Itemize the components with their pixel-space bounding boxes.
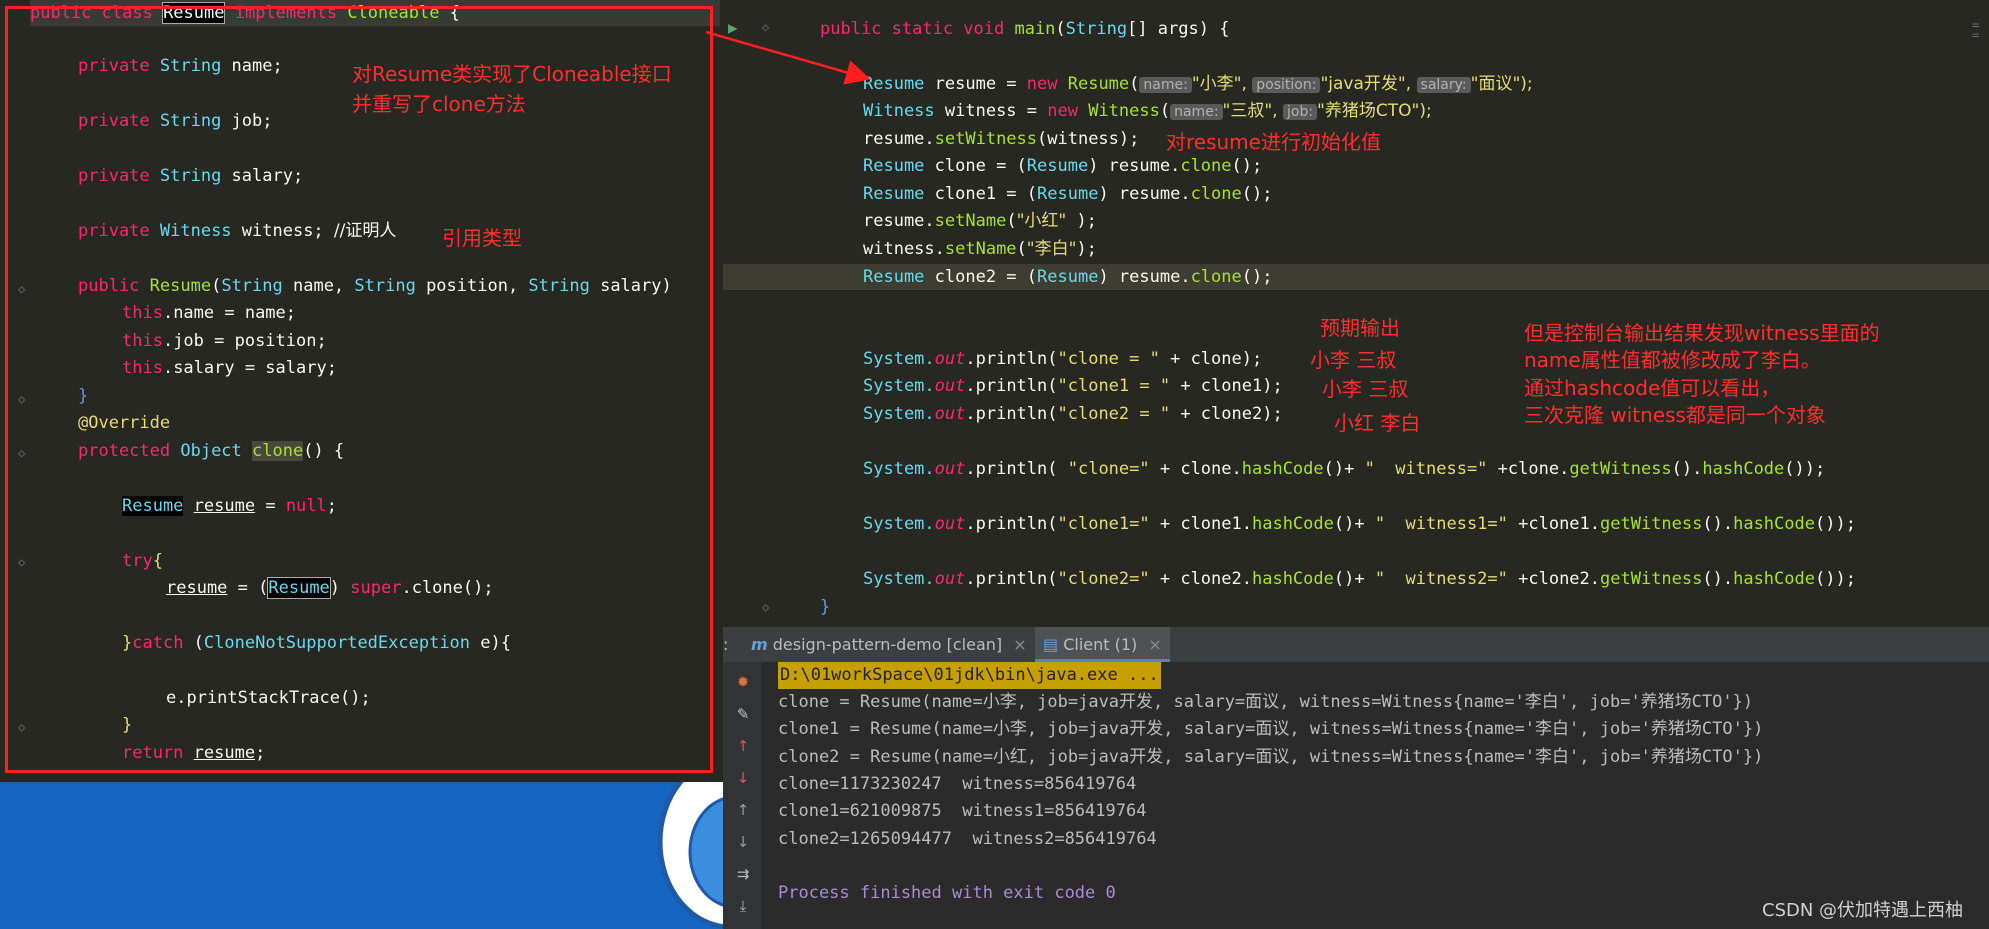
annotation-expected-1: 小李 三叔 [1310,348,1397,372]
code-line-new-witness: Witness witness = new Witness(name: "三叔",… [863,101,1432,121]
code-line-main: public static void main(String[] args) { [820,19,1230,39]
console-icon: ▤ [1043,635,1059,654]
scroll-down-icon[interactable]: ↓ [733,832,753,852]
desktop-background [0,782,723,929]
console-exit-line: Process finished with exit code 0 [778,883,1116,903]
annotation-init: 对resume进行初始化值 [1166,130,1381,154]
wrench-icon[interactable]: ✎ [733,704,753,724]
code-line-println-clone1: System.out.println("clone1 = " + clone1)… [863,376,1283,396]
annotation-expected-2: 小李 三叔 [1322,377,1409,401]
soft-wrap-icon[interactable]: ⇉ [733,864,753,884]
code-line-close-main: } [820,597,831,617]
mascot-graphic [657,782,723,929]
scroll-to-end-icon[interactable]: ⤓ [733,896,753,916]
console-line: clone = Resume(name=小李, job=java开发, sala… [778,692,1754,712]
code-line-clone2: Resume clone2 = (Resume) resume.clone(); [863,267,1273,287]
annotation-actual-4: 三次克隆 witness都是同一个对象 [1524,403,1826,427]
scroll-up-icon[interactable]: ↑ [733,800,753,820]
console-toolbar: ✹ ✎ ↑ ↓ ↑ ↓ ⇉ ⤓ [723,662,761,929]
tab-client[interactable]: ▤ Client (1) × [1035,627,1170,662]
code-line-println-hash2: System.out.println("clone2=" + clone2.ha… [863,569,1856,589]
annotation-reference-type: 引用类型 [442,226,522,250]
console-line: clone=1173230247 witness=856419764 [778,774,1137,794]
code-line-println-hash: System.out.println( "clone=" + clone.has… [863,459,1826,479]
code-line-set-name-witness: witness.setName("李白"); [863,239,1097,259]
close-icon[interactable]: × [1013,635,1026,654]
down-arrow-icon[interactable]: ↓ [733,768,753,788]
console-line: clone2 = Resume(name=小红, job=java开发, sal… [778,747,1764,767]
annotation-expected-output: 预期输出 [1320,316,1400,340]
annotation-actual-2: name属性值都被修改成了李白。 [1524,348,1821,372]
annotation-expected-3: 小红 李白 [1334,411,1421,435]
code-line-clone: Resume clone = (Resume) resume.clone(); [863,156,1263,176]
run-tab-bar: : m design-pattern-demo [clean] × ▤ Clie… [723,627,1989,663]
code-line-clone1: Resume clone1 = (Resume) resume.clone(); [863,184,1273,204]
code-line-new-resume: Resume resume = new Resume(name: "小李", po… [863,74,1533,94]
debug-icon[interactable]: ✹ [733,672,753,692]
annotation-cloneable: 对Resume类实现了Cloneable接口 [352,62,672,86]
console-line: clone2=1265094477 witness2=856419764 [778,829,1157,849]
annotation-actual-1: 但是控制台输出结果发现witness里面的 [1524,321,1880,345]
tab-label: design-pattern-demo [clean] [772,635,1003,654]
tab-bar-label: : [723,635,729,654]
code-line-println-clone2: System.out.println("clone2 = " + clone2)… [863,404,1283,424]
code-line-println-clone: System.out.println("clone = " + clone); [863,349,1263,369]
code-line-set-witness: resume.setWitness(witness); [863,129,1140,149]
tab-label: Client (1) [1063,635,1138,654]
watermark: CSDN @伏加特遇上西柚 [1762,900,1964,921]
up-arrow-icon[interactable]: ↑ [733,736,753,756]
console-line: clone1=621009875 witness1=856419764 [778,801,1147,821]
close-icon[interactable]: × [1148,635,1161,654]
maven-icon: m [751,635,768,654]
code-line-println-hash1: System.out.println("clone1=" + clone1.ha… [863,514,1856,534]
annotation-override: 并重写了clone方法 [352,92,526,116]
code-line-set-name-resume: resume.setName("小红" ); [863,211,1097,231]
tab-design-pattern-demo[interactable]: m design-pattern-demo [clean] × [751,627,1027,662]
console-line: clone1 = Resume(name=小李, job=java开发, sal… [778,719,1764,739]
console-command-line: D:\01workSpace\01jdk\bin\java.exe ... [778,662,1161,689]
annotation-actual-3: 通过hashcode值可以看出， [1524,376,1781,400]
annotation-box [5,6,713,773]
